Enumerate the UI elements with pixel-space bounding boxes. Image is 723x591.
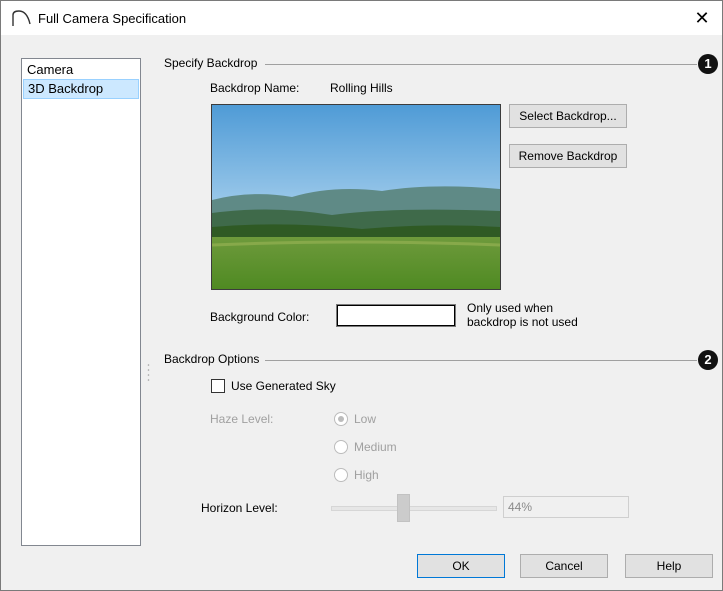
camera-spec-dialog: Full Camera Specification ✕ Camera 3D Ba… <box>0 0 723 591</box>
select-backdrop-button[interactable]: Select Backdrop... <box>509 104 627 128</box>
help-button[interactable]: Help <box>625 554 713 578</box>
haze-high-label[interactable]: High <box>354 468 379 482</box>
haze-low-radio[interactable] <box>334 412 348 426</box>
haze-level-label: Haze Level: <box>210 412 274 426</box>
ok-button[interactable]: OK <box>417 554 505 578</box>
horizon-slider-thumb[interactable] <box>397 494 410 522</box>
section-divider <box>265 360 697 361</box>
horizon-level-label: Horizon Level: <box>201 501 278 515</box>
background-color-label: Background Color: <box>210 310 310 324</box>
category-list[interactable]: Camera 3D Backdrop <box>21 58 141 546</box>
window-title: Full Camera Specification <box>38 11 187 26</box>
backdrop-preview-image <box>211 104 501 290</box>
haze-high-radio[interactable] <box>334 468 348 482</box>
haze-low-label[interactable]: Low <box>354 412 376 426</box>
rolling-hills-landscape <box>212 105 500 289</box>
close-button[interactable]: ✕ <box>682 1 722 35</box>
haze-medium-label[interactable]: Medium <box>354 440 397 454</box>
backdrop-options-heading: Backdrop Options <box>164 352 260 366</box>
backdrop-name-value: Rolling Hills <box>330 81 393 95</box>
resize-grip-icon <box>147 364 150 381</box>
haze-medium-radio[interactable] <box>334 440 348 454</box>
sidebar-item-camera[interactable]: Camera <box>22 61 140 79</box>
horizon-slider-track[interactable] <box>331 506 497 511</box>
title-bar[interactable]: Full Camera Specification ✕ <box>1 1 722 35</box>
use-generated-sky-label[interactable]: Use Generated Sky <box>231 379 336 393</box>
cancel-button[interactable]: Cancel <box>520 554 608 578</box>
horizon-value-field[interactable]: 44% <box>503 496 629 518</box>
color-note-line-1: Only used when <box>467 301 554 315</box>
use-generated-sky-checkbox[interactable] <box>211 379 225 393</box>
color-note-line-2: backdrop is not used <box>467 315 578 329</box>
close-icon: ✕ <box>694 8 710 28</box>
callout-badge-2: 2 <box>698 350 718 370</box>
camera-arc-icon <box>12 10 31 26</box>
remove-backdrop-button[interactable]: Remove Backdrop <box>509 144 627 168</box>
callout-badge-1: 1 <box>698 54 718 74</box>
backdrop-name-label: Backdrop Name: <box>210 81 300 95</box>
sidebar-item-3d-backdrop[interactable]: 3D Backdrop <box>23 79 139 99</box>
background-color-swatch[interactable] <box>336 304 456 327</box>
section-divider <box>265 64 697 65</box>
specify-backdrop-heading: Specify Backdrop <box>164 56 258 70</box>
